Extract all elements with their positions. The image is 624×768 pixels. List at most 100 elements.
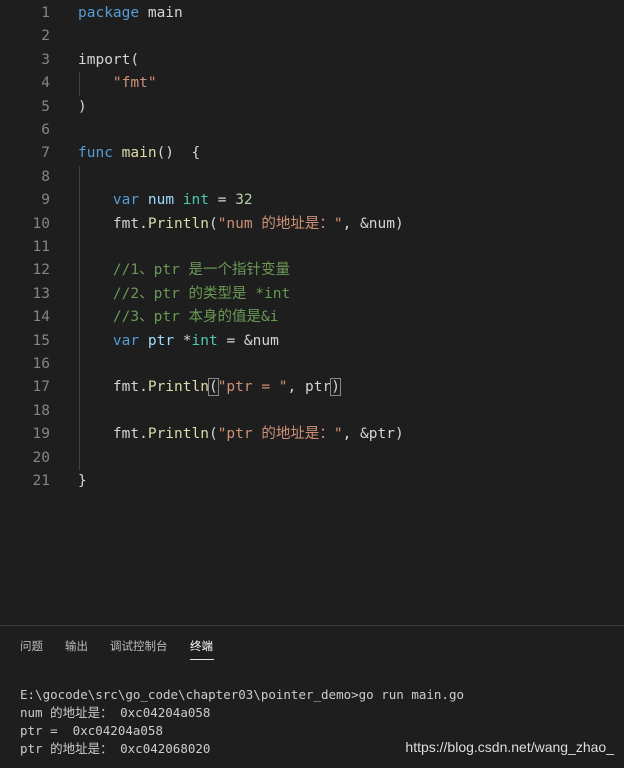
terminal-line: E:\gocode\src\go_code\chapter03\pointer_… [20, 687, 465, 702]
code-token: main [139, 5, 183, 21]
line-number: 17 [32, 379, 50, 396]
code-token: //1、ptr 是一个指针变量 [112, 262, 291, 279]
line-number: 11 [32, 239, 50, 255]
code-token: "ptr 的地址是：" [217, 426, 343, 443]
code-line[interactable]: 11 [0, 236, 624, 259]
code-token: import( [78, 51, 140, 68]
code-line[interactable]: 19 fmt.Println("ptr 的地址是：", &ptr) [0, 423, 624, 446]
code-token: , &ptr) [342, 426, 404, 443]
tab-problems[interactable]: 问题 [20, 638, 43, 654]
code-token: "ptr = " [217, 379, 288, 396]
line-number: 18 [32, 402, 50, 419]
code-text: //2、ptr 的类型是 *int [78, 283, 290, 306]
code-text: var ptr *int = &num [78, 330, 279, 353]
line-number: 15 [32, 332, 50, 349]
code-text: var num int = 32 [78, 189, 253, 212]
code-text: package main [78, 2, 183, 25]
line-number: 6 [41, 122, 50, 138]
terminal-line: ptr = 0xc04204a058 [20, 723, 163, 738]
code-token: Println [147, 379, 209, 396]
code-token: * [174, 332, 192, 349]
code-line[interactable]: 14 //3、ptr 本身的值是&i [0, 306, 624, 329]
code-text: } [78, 470, 87, 493]
code-token: fmt. [78, 215, 148, 232]
active-tab-indicator [190, 659, 214, 660]
code-line[interactable]: 21} [0, 470, 624, 493]
code-line[interactable]: 2 [0, 25, 624, 48]
code-token: var [112, 192, 140, 209]
terminal-line: num 的地址是： 0xc04204a058 [20, 705, 211, 720]
watermark: https://blog.csdn.net/wang_zhao_ [405, 739, 614, 755]
code-line[interactable]: 9 var num int = 32 [0, 189, 624, 212]
code-text: fmt.Println("num 的地址是：", &num) [78, 213, 404, 236]
code-line[interactable]: 13 //2、ptr 的类型是 *int [0, 283, 624, 306]
code-line[interactable]: 3 import( [0, 49, 624, 72]
code-token: , &num) [342, 215, 404, 232]
code-text: fmt.Println("ptr = ", ptr) [78, 376, 341, 399]
code-token: num [147, 192, 175, 209]
code-token: package [78, 5, 140, 21]
code-line[interactable]: 7 func main() { [0, 142, 624, 165]
code-line[interactable]: 12 //1、ptr 是一个指针变量 [0, 259, 624, 282]
code-token: int [182, 192, 209, 209]
code-token: fmt. [78, 426, 148, 443]
tab-terminal[interactable]: 终端 [190, 638, 213, 654]
code-token: ) [78, 98, 87, 115]
code-token: Println [147, 426, 209, 443]
code-line[interactable]: 15 var ptr *int = &num [0, 330, 624, 353]
code-editor[interactable]: 1 package main 2 3 import(4 "fmt" 5) 6 7 func ma… [0, 0, 624, 625]
code-text: ) [78, 96, 87, 119]
code-line[interactable]: 5) [0, 96, 624, 119]
code-token: ptr [147, 332, 175, 349]
line-number: 9 [41, 192, 50, 209]
code-line[interactable]: 1 package main [0, 2, 624, 25]
line-number: 2 [41, 28, 50, 45]
code-line[interactable]: 16 [0, 353, 624, 376]
code-token: //2、ptr 的类型是 *int [112, 285, 291, 302]
line-number: 21 [32, 473, 50, 489]
code-text: "fmt" [78, 72, 157, 95]
line-number: 4 [41, 75, 50, 92]
tab-debug-console[interactable]: 调试控制台 [110, 638, 168, 654]
code-line[interactable]: 10 fmt.Println("num 的地址是：", &num) [0, 213, 624, 236]
line-number: 14 [32, 309, 50, 326]
line-number: 12 [32, 262, 50, 279]
code-line[interactable]: 18 [0, 400, 624, 423]
code-text: //3、ptr 本身的值是&i [78, 306, 279, 329]
panel-tabs: 问题 输出 调试控制台 终端 [0, 626, 624, 666]
code-token: ( [207, 378, 219, 397]
code-token: } [78, 473, 87, 489]
code-token: fmt. [78, 379, 148, 396]
code-token: 32 [235, 192, 253, 209]
code-text: //1、ptr 是一个指针变量 [78, 259, 290, 282]
code-token: var [112, 332, 140, 349]
code-line[interactable]: 8 [0, 166, 624, 189]
code-line[interactable]: 4 "fmt" [0, 72, 624, 95]
line-number: 7 [41, 145, 50, 162]
line-number: 1 [41, 5, 50, 21]
code-token: = &num [217, 332, 279, 349]
code-line[interactable]: 17 fmt.Println("ptr = ", ptr) [0, 376, 624, 399]
line-number: 19 [32, 426, 50, 443]
code-line[interactable]: 6 [0, 119, 624, 142]
code-token: func [78, 145, 113, 162]
code-token: "num 的地址是：" [217, 215, 343, 232]
code-token: ( [208, 426, 218, 443]
code-line[interactable]: 20 [0, 447, 624, 470]
terminal-line: ptr 的地址是： 0xc042068020 [20, 741, 211, 756]
tab-output[interactable]: 输出 [65, 638, 88, 654]
code-token: int [191, 332, 218, 349]
code-token: main [121, 145, 157, 162]
line-number: 10 [32, 215, 50, 232]
line-number: 13 [32, 285, 50, 302]
code-token: ) [330, 378, 341, 397]
line-number: 16 [32, 356, 50, 372]
code-token: ( [208, 215, 218, 232]
